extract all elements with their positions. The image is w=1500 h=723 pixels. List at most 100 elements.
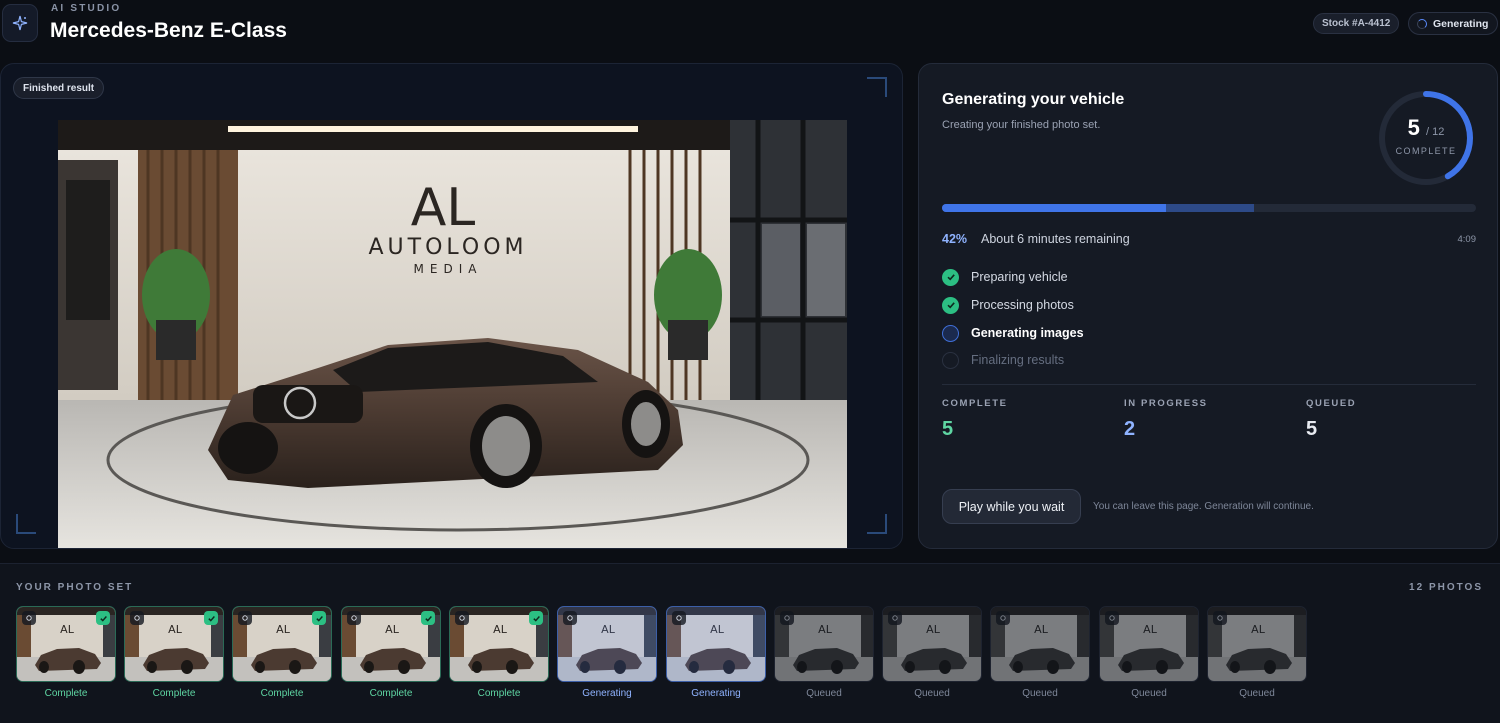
gear-icon (888, 611, 902, 625)
step-label: Generating images (971, 326, 1084, 340)
studio-logo-button[interactable] (2, 4, 38, 42)
thumbnail-status: Complete (369, 688, 413, 699)
step-processing: Processing photos (942, 295, 1202, 315)
thumbnail-image[interactable]: AL (124, 606, 224, 682)
photo-thumbnail[interactable]: AL Queued (1099, 606, 1199, 699)
thumbnail-image[interactable]: AL (449, 606, 549, 682)
photo-brand-line2: MEDIA (414, 262, 483, 276)
thumbnail-image[interactable]: AL (1207, 606, 1307, 682)
photo-thumbnail[interactable]: AL Complete (232, 606, 332, 699)
thumbnail-status: Complete (44, 688, 88, 699)
gear-icon (22, 611, 36, 625)
result-badge: Finished result (13, 77, 105, 99)
gear-icon (996, 611, 1010, 625)
active-step-icon (942, 324, 959, 342)
stat-value: 5 (942, 418, 954, 440)
stat-label: IN PROGRESS (1124, 398, 1208, 409)
thumbnail-image[interactable]: AL (16, 606, 116, 682)
progress-bar-fill (942, 204, 1167, 212)
check-icon (96, 611, 110, 625)
thumbnail-image[interactable]: AL (232, 606, 332, 682)
step-finalizing: Finalizing results (942, 350, 1202, 370)
thumbnail-status: Complete (152, 688, 196, 699)
thumbnail-image[interactable]: AL (1099, 606, 1199, 682)
photo-thumbnail[interactable]: AL Complete (124, 606, 224, 699)
thumbnail-status: Queued (914, 688, 950, 699)
stock-badge: Stock #A-4412 (1313, 13, 1400, 34)
stat-complete: COMPLETE 5 (942, 398, 1008, 441)
progress-percent: 42% (942, 232, 968, 246)
svg-text:AL: AL (276, 623, 291, 636)
thumbnail-status: Complete (477, 688, 521, 699)
spinner-icon (1417, 18, 1427, 29)
step-generating: Generating images (942, 323, 1202, 343)
step-label: Finalizing results (971, 353, 1065, 367)
photo-brand-line1: AUTOLOOM (369, 235, 528, 260)
completion-label: COMPLETE (1395, 146, 1457, 156)
time-remaining: About 6 minutes remaining (981, 232, 1130, 246)
completed-number: 5 (1407, 115, 1420, 140)
photo-thumbnail[interactable]: AL Generating (666, 606, 766, 699)
stat-queued: QUEUED 5 (1306, 398, 1356, 441)
app-eyebrow: AI STUDIO (51, 3, 122, 14)
stat-value: 2 (1124, 418, 1136, 440)
photo-thumbnail[interactable]: AL Complete (449, 606, 549, 699)
thumbnail-status: Queued (1239, 688, 1275, 699)
check-icon (942, 296, 959, 314)
svg-text:AL: AL (926, 623, 941, 636)
thumbnail-status: Generating (582, 688, 632, 699)
frame-corner (867, 77, 887, 97)
gear-icon (563, 611, 577, 625)
svg-text:AL: AL (60, 623, 75, 636)
photo-set-panel: YOUR PHOTO SET 12 PHOTOS AL Complete AL Com… (0, 563, 1500, 723)
wand-icon (347, 611, 361, 625)
svg-text:AL: AL (818, 623, 833, 636)
vehicle-photo: AL AUTOLOOM MEDIA (58, 120, 847, 548)
thumbnail-status: Queued (806, 688, 842, 699)
thumbnail-image[interactable]: AL (666, 606, 766, 682)
thumbnail-status: Queued (1131, 688, 1167, 699)
stat-label: COMPLETE (942, 398, 1008, 409)
check-icon (421, 611, 435, 625)
progress-card: Generating your vehicle Creating your fi… (918, 63, 1498, 549)
status-badge: Generating (1408, 12, 1499, 35)
frame-corner (867, 514, 887, 534)
svg-text:AL: AL (1143, 623, 1158, 636)
thumbnail-image[interactable]: AL (990, 606, 1090, 682)
check-icon (529, 611, 543, 625)
step-preparing: Preparing vehicle (942, 267, 1202, 287)
photo-thumbnail[interactable]: AL Generating (557, 606, 657, 699)
stat-in-progress: IN PROGRESS 2 (1124, 398, 1208, 441)
thumbnail-image[interactable]: AL (557, 606, 657, 682)
photo-thumbnail[interactable]: AL Complete (16, 606, 116, 699)
photo-thumbnail[interactable]: AL Queued (882, 606, 982, 699)
gear-icon (130, 611, 144, 625)
step-label: Processing photos (971, 298, 1074, 312)
gear-icon (1105, 611, 1119, 625)
photo-thumbnail[interactable]: AL Queued (774, 606, 874, 699)
photo-thumbnail[interactable]: AL Complete (341, 606, 441, 699)
status-label: Generating (1433, 17, 1489, 30)
thumbnail-status: Generating (691, 688, 741, 699)
thumbnail-image[interactable]: AL (882, 606, 982, 682)
play-while-you-wait-button[interactable]: Play while you wait (942, 489, 1081, 524)
check-icon (942, 268, 959, 286)
completion-count: 5 / 12 (1377, 115, 1475, 141)
thumbnail-status: Complete (260, 688, 304, 699)
svg-text:AL: AL (385, 623, 400, 636)
check-icon (312, 611, 326, 625)
svg-text:AL: AL (411, 178, 476, 238)
progress-title: Generating your vehicle (942, 91, 1125, 108)
wand-icon (780, 611, 794, 625)
gear-icon (455, 611, 469, 625)
thumbnail-status: Queued (1022, 688, 1058, 699)
photo-thumbnail[interactable]: AL Queued (990, 606, 1090, 699)
total-number: / 12 (1426, 126, 1445, 138)
thumbnail-image[interactable]: AL (774, 606, 874, 682)
frame-corner (16, 514, 36, 534)
sparkle-icon (12, 15, 28, 31)
gear-icon (672, 611, 686, 625)
thumbnail-image[interactable]: AL (341, 606, 441, 682)
photo-thumbnail[interactable]: AL Queued (1207, 606, 1307, 699)
photo-set-count: 12 PHOTOS (1409, 582, 1483, 593)
